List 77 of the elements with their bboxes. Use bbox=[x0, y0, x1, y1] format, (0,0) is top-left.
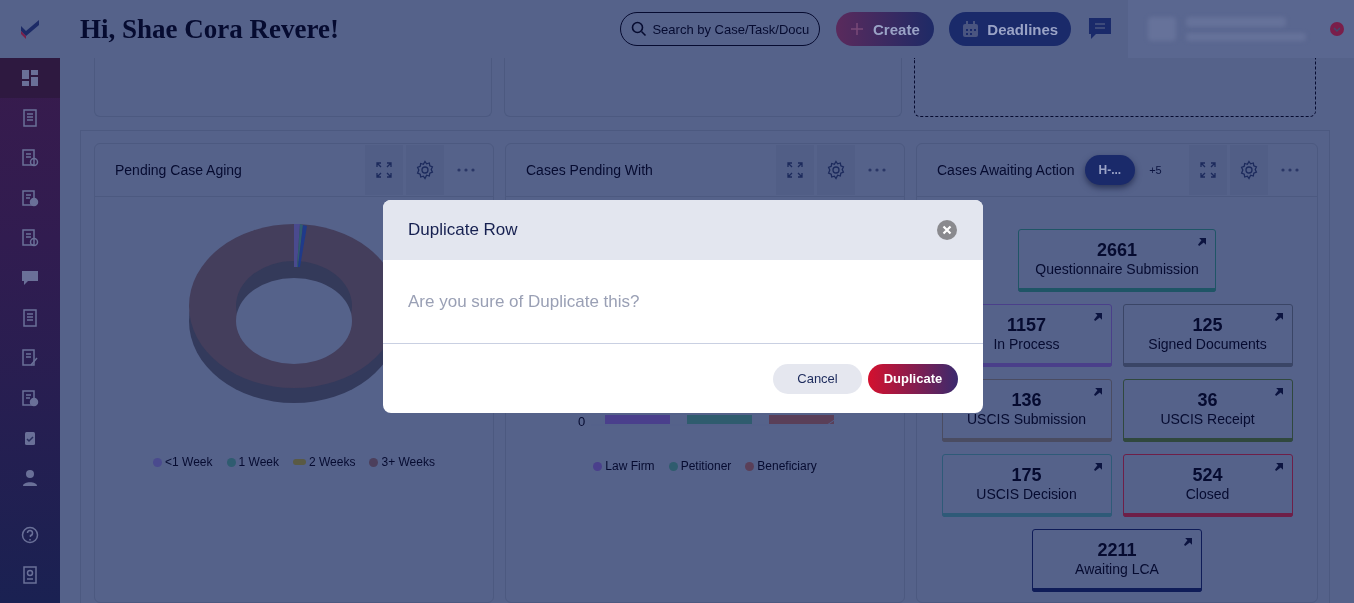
arrow-icon bbox=[1093, 388, 1102, 396]
invoice-icon bbox=[21, 189, 39, 207]
legend-item[interactable]: 2 Weeks bbox=[293, 455, 356, 469]
legend-item[interactable]: 1 Week bbox=[226, 455, 279, 469]
axis-label: 0 bbox=[578, 414, 586, 429]
calendar-icon bbox=[962, 20, 980, 38]
arrow-icon bbox=[1274, 463, 1283, 471]
tile-count: 524 bbox=[1192, 465, 1223, 486]
invoice-icon bbox=[21, 389, 39, 407]
person-icon bbox=[21, 469, 39, 487]
tile-label: USCIS Decision bbox=[976, 486, 1077, 502]
settings-icon[interactable] bbox=[406, 145, 444, 195]
dialog-title: Duplicate Row bbox=[408, 220, 518, 240]
legend-item[interactable]: <1 Week bbox=[153, 455, 213, 469]
cancel-button[interactable]: Cancel bbox=[773, 363, 862, 394]
dialog-message: Are you sure of Duplicate this? bbox=[383, 260, 983, 344]
confirm-button[interactable]: Duplicate bbox=[868, 363, 958, 394]
widget-title: Pending Case Aging bbox=[115, 162, 242, 178]
document-icon bbox=[21, 309, 39, 327]
legend-item[interactable]: 3+ Weeks bbox=[369, 455, 435, 469]
search-field[interactable]: Search by Case/Task/Docu bbox=[620, 12, 821, 46]
filter-chip[interactable]: H-... bbox=[1084, 155, 1136, 185]
plus-icon bbox=[851, 23, 864, 35]
document-icon bbox=[21, 109, 39, 127]
sidebar-item[interactable] bbox=[0, 58, 60, 98]
book-icon bbox=[21, 566, 39, 584]
create-button[interactable]: Create bbox=[836, 12, 935, 46]
status-tile[interactable]: 125 Signed Documents bbox=[1122, 304, 1293, 367]
settings-icon[interactable] bbox=[817, 145, 855, 195]
deadlines-button[interactable]: Deadlines bbox=[949, 12, 1072, 46]
arrow-icon bbox=[1274, 388, 1283, 396]
legend-item[interactable]: Petitioner bbox=[668, 459, 732, 473]
legend-item[interactable]: Law Firm bbox=[593, 459, 655, 473]
arrow-icon bbox=[1274, 313, 1283, 321]
arrow-icon bbox=[1198, 238, 1206, 246]
tile-label: Signed Documents bbox=[1148, 336, 1267, 352]
expand-icon[interactable] bbox=[1189, 145, 1227, 195]
status-tile[interactable]: 524 Closed bbox=[1122, 454, 1293, 517]
tile-count: 175 bbox=[1011, 465, 1042, 486]
tile-count: 2211 bbox=[1097, 540, 1137, 561]
tile-label: Questionnaire Submission bbox=[1035, 261, 1199, 277]
checklist-icon bbox=[21, 149, 39, 167]
widget-title: Cases Awaiting Action bbox=[937, 162, 1075, 178]
greeting-title: Hi, Shae Cora Revere! bbox=[80, 13, 340, 45]
tile-count: 1157 bbox=[1006, 315, 1047, 336]
logo-icon bbox=[19, 18, 41, 40]
tile-label: In Process bbox=[993, 336, 1060, 352]
tile-label: USCIS Receipt bbox=[1160, 411, 1255, 427]
caret-icon[interactable] bbox=[1330, 22, 1344, 36]
settings-icon[interactable] bbox=[1230, 145, 1268, 195]
checklist-icon bbox=[21, 229, 39, 247]
tile-count: 2661 bbox=[1096, 240, 1137, 261]
status-tile[interactable]: 175 USCIS Decision bbox=[941, 454, 1112, 517]
status-tile[interactable]: 36 USCIS Receipt bbox=[1122, 379, 1293, 442]
widget-title: Cases Pending With bbox=[526, 162, 653, 178]
expand-icon[interactable] bbox=[776, 145, 814, 195]
tile-count: 125 bbox=[1192, 315, 1223, 336]
chat-icon[interactable] bbox=[1087, 17, 1114, 41]
tile-count: 36 bbox=[1197, 390, 1218, 411]
tile-label: Awaiting LCA bbox=[1075, 561, 1159, 577]
tile-count: 136 bbox=[1011, 390, 1042, 411]
search-icon bbox=[631, 21, 648, 37]
more-count[interactable]: +5 bbox=[1149, 164, 1162, 176]
arrow-icon bbox=[1184, 538, 1192, 546]
help-icon bbox=[21, 526, 39, 544]
status-tile[interactable]: 2211 Awaiting LCA bbox=[1032, 529, 1202, 592]
dashboard-icon bbox=[21, 69, 39, 87]
arrow-icon bbox=[1093, 463, 1102, 471]
tile-label: USCIS Submission bbox=[966, 411, 1086, 427]
arrow-icon bbox=[1093, 313, 1102, 321]
edit-icon bbox=[21, 349, 39, 367]
close-icon[interactable] bbox=[937, 220, 957, 240]
chat-icon bbox=[21, 269, 39, 287]
status-tile[interactable]: 2661 Questionnaire Submission bbox=[1018, 229, 1216, 292]
expand-icon[interactable] bbox=[365, 145, 403, 195]
tile-label: Closed bbox=[1185, 486, 1230, 502]
legend-item[interactable]: Beneficiary bbox=[745, 459, 817, 473]
